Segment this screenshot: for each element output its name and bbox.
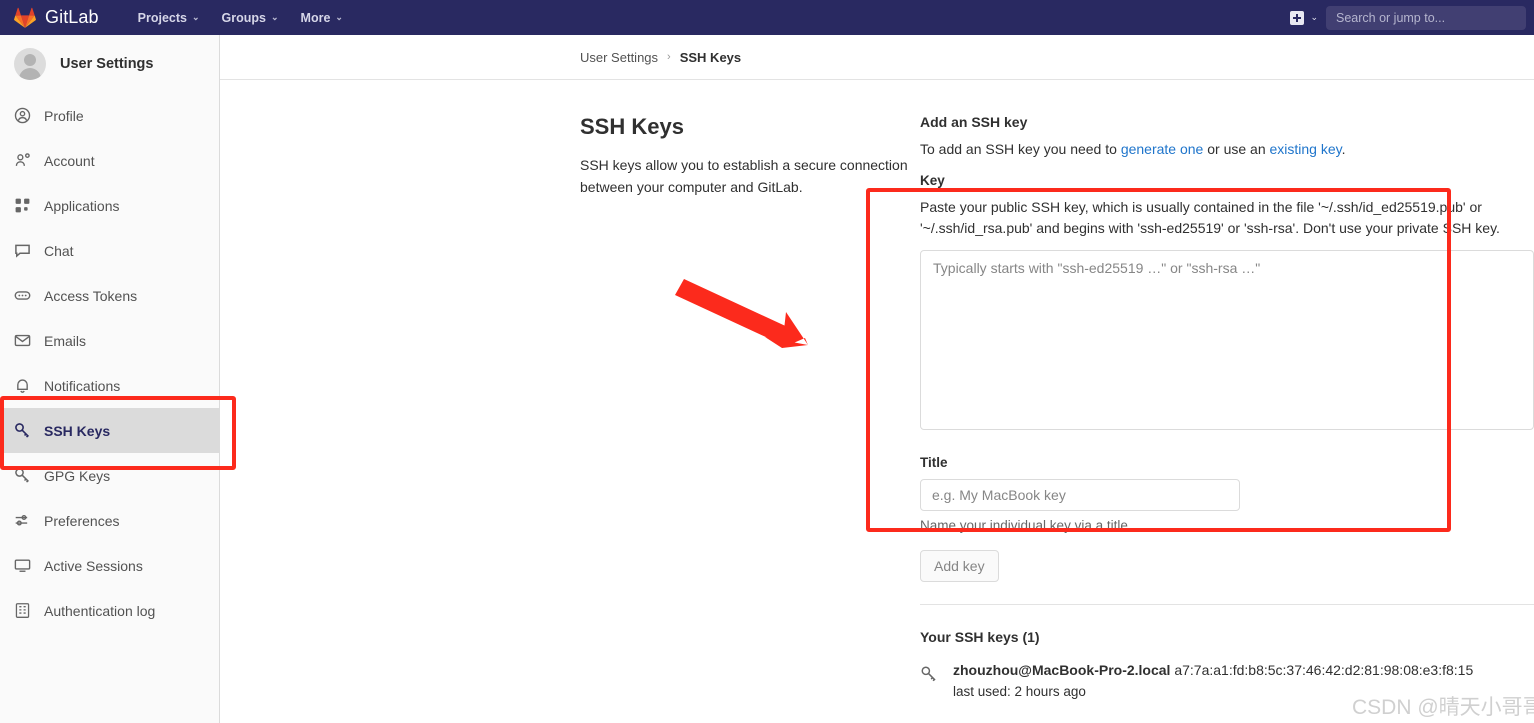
sidebar-item-authentication-log[interactable]: Authentication log — [0, 588, 219, 633]
generate-one-link[interactable]: generate one — [1121, 141, 1204, 157]
sidebar-item-label: Authentication log — [44, 602, 156, 619]
key-icon — [920, 665, 940, 688]
emails-icon — [14, 332, 31, 349]
sidebar-item-access-tokens[interactable]: Access Tokens — [0, 273, 219, 318]
navbar-brand-label: GitLab — [45, 7, 99, 27]
sidebar-item-label: GPG Keys — [44, 467, 111, 484]
gitlab-home-link[interactable]: GitLab — [14, 7, 99, 28]
sidebar-item-label: SSH Keys — [44, 422, 111, 439]
csdn-watermark: CSDN @晴天小哥哥 — [1352, 696, 1534, 719]
top-navbar: GitLab Projects ⌄ Groups ⌄ More ⌄ ⌄ Sear… — [0, 0, 1534, 35]
nav-link-groups[interactable]: Groups ⌄ — [222, 11, 279, 25]
sidebar-item-chat[interactable]: Chat — [0, 228, 219, 273]
chevron-down-icon: ⌄ — [1310, 12, 1318, 22]
sidebar-item-label: Notifications — [44, 377, 121, 394]
chevron-down-icon: ⌄ — [335, 12, 343, 22]
key-field-help: Paste your public SSH key, which is usua… — [920, 199, 1500, 236]
sidebar-user-name: User Settings — [60, 56, 154, 72]
sidebar-item-gpg-keys[interactable]: GPG Keys — [0, 453, 219, 498]
page-description: SSH keys allow you to establish a secure… — [580, 157, 908, 196]
settings-sidebar: User Settings Profile Account Applicatio… — [0, 35, 220, 723]
search-input[interactable]: Search or jump to... — [1326, 5, 1526, 30]
sidebar-item-notifications[interactable]: Notifications — [0, 363, 219, 408]
sidebar-item-label: Profile — [44, 107, 84, 124]
applications-icon — [14, 197, 31, 214]
add-key-button[interactable]: Add key — [920, 550, 999, 582]
sidebar-item-label: Preferences — [44, 512, 120, 529]
nav-link-groups-label: Groups — [221, 10, 266, 25]
add-key-desc-middle: or use an — [1203, 141, 1270, 157]
settings-body: SSH Keys SSH keys allow you to establish… — [220, 80, 1534, 699]
profile-icon — [14, 107, 31, 124]
page-intro-column: SSH Keys SSH keys allow you to establish… — [580, 114, 920, 699]
user-avatar-icon — [14, 48, 46, 80]
gitlab-tanuki-logo-icon — [14, 7, 36, 28]
nav-link-more[interactable]: More ⌄ — [301, 11, 343, 25]
chevron-down-icon: ⌄ — [270, 12, 279, 22]
nav-link-more-label: More — [300, 10, 331, 25]
ssh-key-fingerprint: a7:7a:a1:fd:b8:5c:37:46:42:d2:81:98:08:e… — [1174, 662, 1474, 678]
sidebar-item-emails[interactable]: Emails — [0, 318, 219, 363]
key-icon — [14, 422, 31, 439]
key-title-input[interactable] — [920, 479, 1240, 511]
sidebar-item-profile[interactable]: Profile — [0, 93, 219, 138]
sidebar-item-applications[interactable]: Applications — [0, 183, 219, 228]
plus-square-icon — [1290, 10, 1305, 25]
breadcrumb: User Settings › SSH Keys — [220, 35, 1534, 80]
key-field-label: Key — [920, 173, 945, 188]
nav-link-projects[interactable]: Projects ⌄ — [138, 11, 200, 25]
add-key-description: To add an SSH key you need to generate o… — [920, 141, 1534, 157]
chevron-down-icon: ⌄ — [191, 12, 200, 22]
add-key-heading: Add an SSH key — [920, 114, 1028, 130]
add-key-desc-prefix: To add an SSH key you need to — [920, 141, 1121, 157]
breadcrumb-separator-icon: › — [667, 51, 671, 63]
key-icon — [14, 467, 31, 484]
chat-icon — [14, 242, 31, 259]
notifications-bell-icon — [14, 377, 31, 394]
sidebar-item-label: Applications — [44, 197, 120, 214]
ssh-key-name: zhouzhou@MacBook-Pro-2.local — [953, 662, 1171, 678]
sidebar-item-label: Emails — [44, 332, 87, 349]
sidebar-item-label: Access Tokens — [44, 287, 138, 304]
sidebar-item-account[interactable]: Account — [0, 138, 219, 183]
title-field-label: Title — [920, 455, 948, 470]
page-title: SSH Keys — [580, 114, 684, 139]
sidebar-item-preferences[interactable]: Preferences — [0, 498, 219, 543]
breadcrumb-current: SSH Keys — [679, 49, 742, 65]
preferences-sliders-icon — [14, 512, 31, 529]
existing-key-link[interactable]: existing key — [1270, 141, 1342, 157]
nav-link-projects-label: Projects — [137, 10, 187, 25]
main-content: User Settings › SSH Keys SSH Keys SSH ke… — [220, 35, 1534, 723]
create-new-button[interactable]: ⌄ — [1290, 10, 1318, 25]
monitor-icon — [14, 557, 31, 574]
sidebar-item-label: Active Sessions — [44, 557, 143, 574]
sidebar-user-header: User Settings — [0, 35, 219, 93]
add-key-desc-suffix: . — [1341, 141, 1346, 157]
add-ssh-key-column: Add an SSH key To add an SSH key you nee… — [920, 114, 1534, 699]
sidebar-item-ssh-keys[interactable]: SSH Keys — [0, 408, 219, 453]
navbar-links: Projects ⌄ Groups ⌄ More ⌄ — [138, 11, 365, 25]
title-field-help: Name your individual key via a title — [920, 518, 1128, 533]
sidebar-item-label: Account — [44, 152, 95, 169]
breadcrumb-parent-link[interactable]: User Settings — [580, 50, 658, 65]
account-icon — [14, 152, 31, 169]
sidebar-item-active-sessions[interactable]: Active Sessions — [0, 543, 219, 588]
ssh-key-textarea[interactable] — [920, 250, 1534, 430]
your-ssh-keys-heading: Your SSH keys (1) — [920, 629, 1040, 645]
section-divider — [920, 604, 1534, 605]
navbar-right-group: ⌄ Search or jump to... — [1290, 5, 1526, 30]
access-tokens-icon — [14, 287, 31, 304]
ssh-key-summary: zhouzhou@MacBook-Pro-2.local a7:7a:a1:fd… — [953, 662, 1473, 678]
log-grid-icon — [14, 602, 31, 619]
sidebar-item-label: Chat — [44, 242, 74, 259]
